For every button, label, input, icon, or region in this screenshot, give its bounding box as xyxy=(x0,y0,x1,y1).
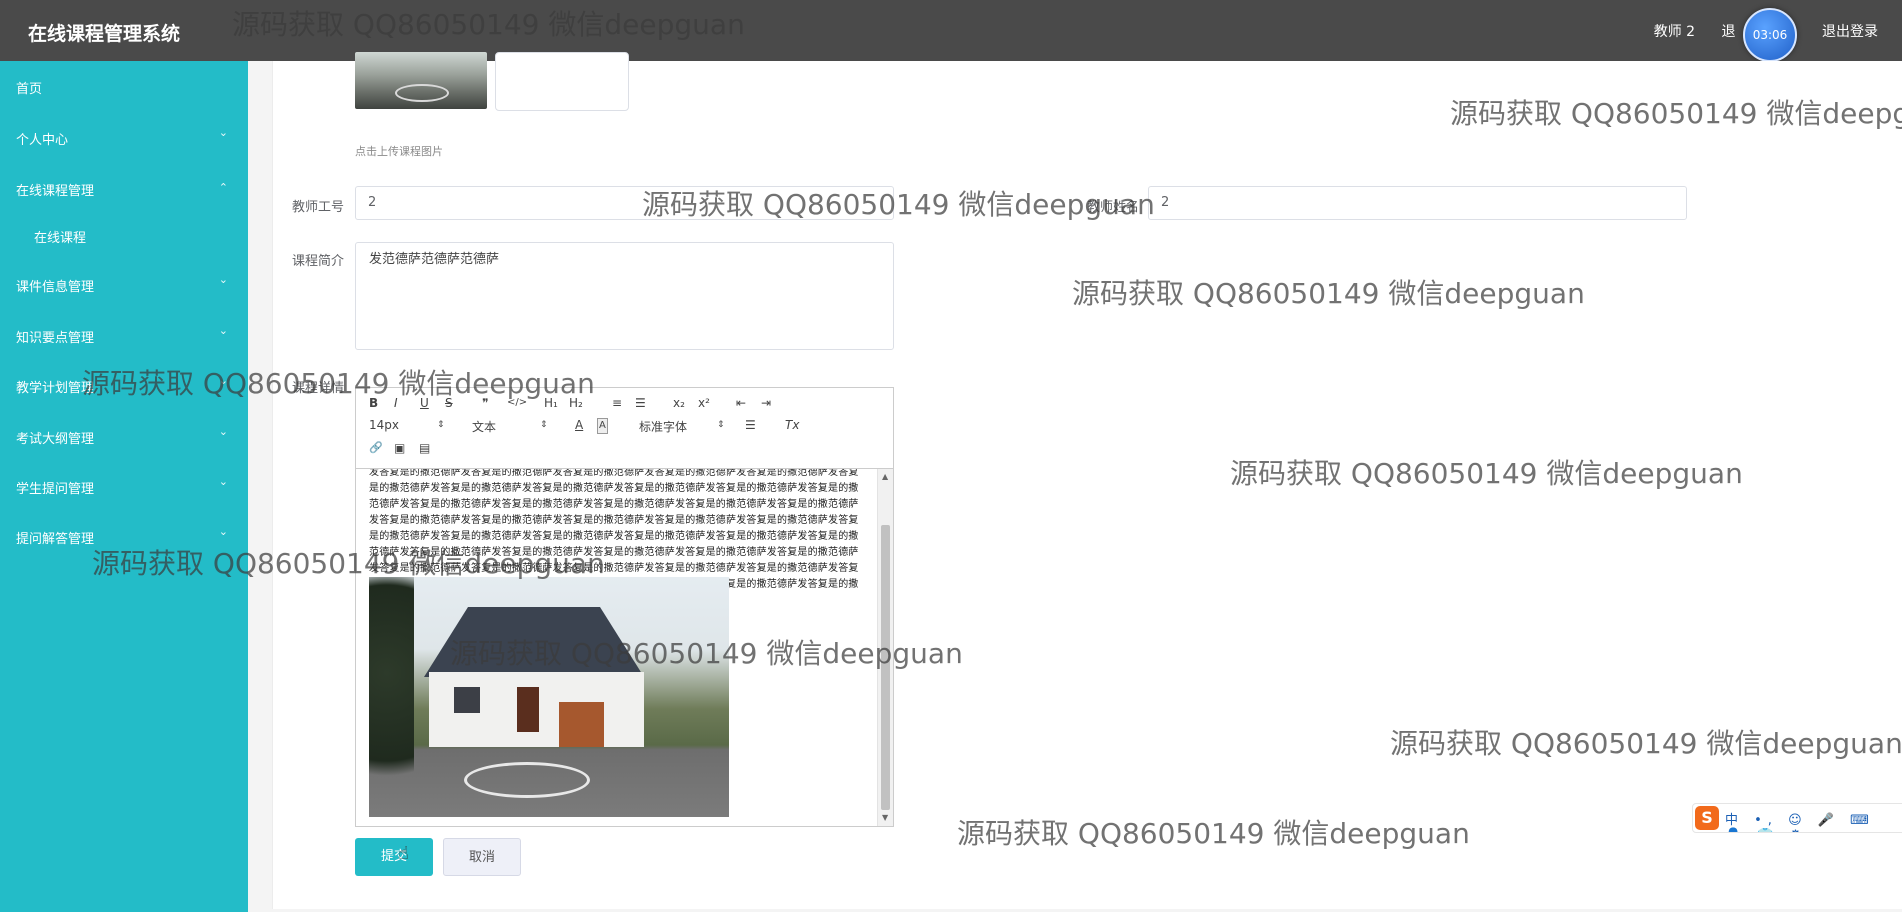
sidebar-item-online-course[interactable]: 在线课程 xyxy=(0,224,248,248)
superscript-icon[interactable]: x² xyxy=(698,396,710,410)
ime-items[interactable]: 中 •, ☺ 🎤 ⌨ 👤 👕 ⚙ xyxy=(1725,809,1902,832)
background-color-icon[interactable]: A xyxy=(597,418,608,434)
chevron-down-icon: ⌄ xyxy=(218,324,228,337)
italic-icon[interactable]: I xyxy=(394,396,398,410)
ordered-list-icon[interactable]: ≡ xyxy=(612,396,622,410)
editor-toolbar: B I U S ❞ </> H₁ H₂ ≡ ☰ x₂ x² ⇤ ⇥ 14px ⇕… xyxy=(356,388,893,469)
outdent-icon[interactable]: ⇤ xyxy=(736,396,746,410)
sidebar-item-answers[interactable]: 提问解答管理 ⌄ xyxy=(0,525,248,549)
sidebar-item-courseware[interactable]: 课件信息管理 ⌄ xyxy=(0,273,248,297)
chevron-down-icon: ⌄ xyxy=(218,425,228,438)
bold-icon[interactable]: B xyxy=(369,396,378,410)
sidebar-item-label: 首页 xyxy=(16,82,43,97)
select-arrows-icon: ⇕ xyxy=(437,420,445,430)
scroll-down-icon[interactable]: ▼ xyxy=(882,813,888,822)
upload-hint[interactable]: 点击上传课程图片 xyxy=(355,143,443,159)
logout-link[interactable]: 退出登录 xyxy=(1822,24,1878,40)
bullet-list-icon[interactable]: ☰ xyxy=(635,396,646,410)
subscript-icon[interactable]: x₂ xyxy=(673,396,685,410)
underline-icon[interactable]: U xyxy=(420,396,429,410)
chevron-down-icon: ⌄ xyxy=(218,126,228,139)
strikethrough-icon[interactable]: S xyxy=(445,396,453,410)
format-select[interactable]: 文本 ⇕ xyxy=(472,418,552,435)
editor-scrollbar[interactable]: ▲ ▼ xyxy=(877,469,893,826)
indent-icon[interactable]: ⇥ xyxy=(761,396,771,410)
course-intro-textarea[interactable]: 发范德萨范德萨范德萨 xyxy=(355,242,894,350)
hand-cursor-icon: ☝ xyxy=(398,843,409,864)
image-upload-box[interactable] xyxy=(495,52,629,111)
sidebar-item-label: 教学计划管理 xyxy=(16,381,95,396)
rich-text-editor: B I U S ❞ </> H₁ H₂ ≡ ☰ x₂ x² ⇤ ⇥ 14px ⇕… xyxy=(355,387,894,827)
blockquote-icon[interactable]: ❞ xyxy=(482,396,488,410)
select-arrows-icon: ⇕ xyxy=(540,420,548,430)
sidebar-item-label: 在线课程管理 xyxy=(16,184,95,199)
select-arrows-icon: ⇕ xyxy=(717,420,725,430)
heading2-icon[interactable]: H₂ xyxy=(569,396,583,410)
current-user: 教师 2 xyxy=(1653,24,1696,40)
sidebar-item-label: 学生提问管理 xyxy=(16,482,95,497)
sidebar-item-course-management[interactable]: 在线课程管理 ⌃ xyxy=(0,177,248,201)
align-icon[interactable]: ☰ xyxy=(745,418,756,432)
format-value: 文本 xyxy=(472,420,497,434)
sidebar-item-exam-outline[interactable]: 考试大纲管理 ⌄ xyxy=(0,425,248,449)
font-family-value: 标准字体 xyxy=(639,420,688,434)
top-header: 在线课程管理系统 教师 2 退 退出登录 xyxy=(0,0,1902,61)
sidebar-item-student-questions[interactable]: 学生提问管理 ⌄ xyxy=(0,475,248,499)
sidebar-item-label: 在线课程 xyxy=(34,231,87,246)
heading1-icon[interactable]: H₁ xyxy=(544,396,558,410)
chevron-down-icon: ⌄ xyxy=(218,525,228,538)
teacher-name-label: 教师姓名 xyxy=(1087,200,1140,215)
editor-content[interactable]: 发答复是的撒范德萨发答复是的撒范德萨发答复是的撒范德萨发答复是的撒范德萨发答复是… xyxy=(356,469,877,826)
teacher-name-field[interactable]: 2 xyxy=(1148,186,1687,220)
font-family-select[interactable]: 标准字体 ⇕ xyxy=(639,418,729,435)
sidebar-item-personal-center[interactable]: 个人中心 ⌄ xyxy=(0,126,248,150)
scrollbar-thumb[interactable] xyxy=(881,525,890,810)
course-detail-label: 课程详情 xyxy=(292,381,345,396)
sidebar-item-knowledge-points[interactable]: 知识要点管理 ⌄ xyxy=(0,324,248,348)
sidebar-item-label: 课件信息管理 xyxy=(16,280,95,295)
video-icon[interactable]: ▤ xyxy=(419,441,430,455)
code-icon[interactable]: </> xyxy=(507,396,527,410)
chevron-down-icon: ⌄ xyxy=(218,273,228,286)
teacher-id-field[interactable]: 2 xyxy=(355,186,894,220)
menu-item-partial[interactable]: 退 xyxy=(1722,24,1736,40)
ime-logo-icon[interactable]: S xyxy=(1695,806,1719,830)
font-color-icon[interactable]: A xyxy=(575,418,583,432)
font-size-value: 14px xyxy=(369,418,399,432)
chevron-down-icon: ⌄ xyxy=(218,374,228,387)
course-intro-label: 课程简介 xyxy=(292,254,345,269)
editor-embedded-image[interactable] xyxy=(369,577,729,817)
sidebar-item-label: 考试大纲管理 xyxy=(16,432,95,447)
link-icon[interactable]: 🔗 xyxy=(369,441,383,455)
font-size-select[interactable]: 14px ⇕ xyxy=(369,418,449,432)
sidebar-item-home[interactable]: 首页 xyxy=(0,75,248,99)
sidebar-item-label: 个人中心 xyxy=(16,133,69,148)
ime-toolbar[interactable]: S 中 •, ☺ 🎤 ⌨ 👤 👕 ⚙ xyxy=(1692,803,1902,833)
chevron-down-icon: ⌄ xyxy=(218,475,228,488)
app-title: 在线课程管理系统 xyxy=(28,23,181,45)
image-icon[interactable]: ▣ xyxy=(394,441,405,455)
submit-button[interactable]: 提交 xyxy=(355,838,433,876)
chevron-up-icon: ⌃ xyxy=(218,181,228,194)
scroll-up-icon[interactable]: ▲ xyxy=(882,472,888,481)
cancel-button[interactable]: 取消 xyxy=(443,838,521,876)
teacher-id-label: 教师工号 xyxy=(292,200,345,215)
sidebar-item-label: 提问解答管理 xyxy=(16,532,95,547)
clock-badge[interactable]: 03:06 xyxy=(1743,8,1797,62)
course-image-thumbnail[interactable] xyxy=(355,52,487,109)
sidebar: 首页 个人中心 ⌄ 在线课程管理 ⌃ 在线课程 课件信息管理 ⌄ 知识要点管理 … xyxy=(0,61,248,912)
clear-format-icon[interactable]: Tx xyxy=(785,418,799,432)
sidebar-item-label: 知识要点管理 xyxy=(16,331,95,346)
sidebar-item-teaching-plan[interactable]: 教学计划管理 ⌄ xyxy=(0,374,248,398)
